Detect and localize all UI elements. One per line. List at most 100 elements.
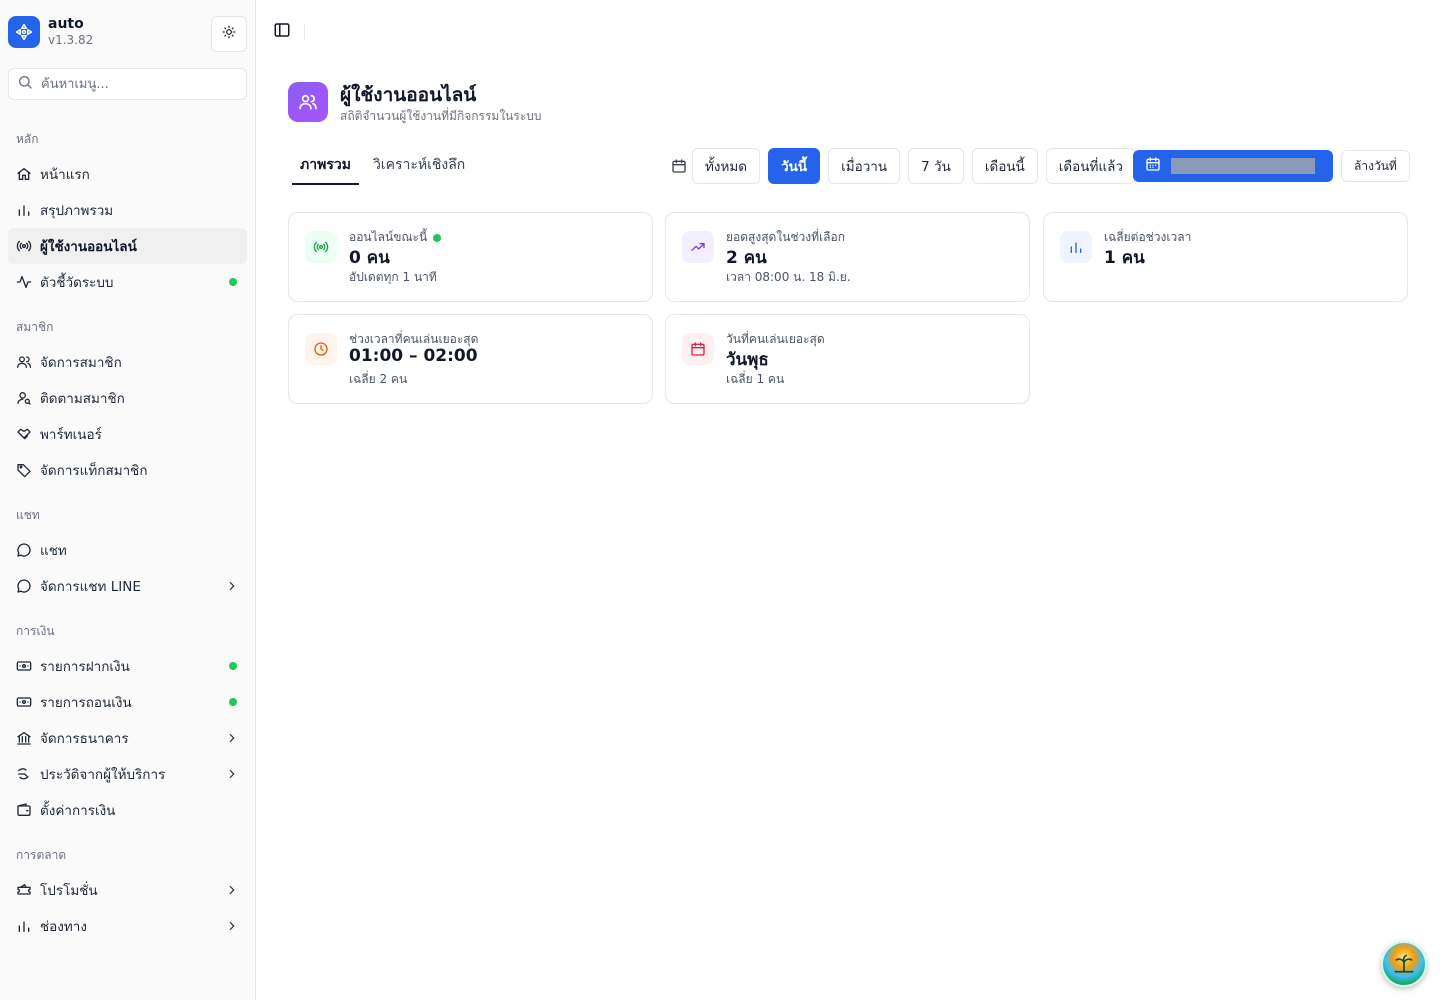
page-title: ผู้ใช้งานออนไลน์ (340, 84, 477, 106)
stat-card: ยอดสูงสุดในช่วงที่เลือก 2 คน เวลา 08:00 น.… (665, 212, 1030, 302)
stat-card-note: เฉลี่ย 1 คน (726, 372, 785, 386)
sidebar-toggle-button[interactable] (272, 22, 292, 42)
bar-chart-icon (1060, 231, 1092, 263)
radio-icon (16, 238, 32, 254)
sidebar-item-message-circle-2-0[interactable]: แชท (8, 532, 247, 568)
sidebar-item-label: จัดการธนาคาร (40, 731, 129, 747)
stat-card: เฉลี่ยต่อช่วงเวลา 1 คน (1043, 212, 1408, 302)
chevron-right-icon[interactable] (225, 883, 239, 897)
message-circle-icon (16, 542, 32, 558)
sidebar-item-label: สรุปภาพรวม (40, 203, 114, 219)
chevron-right-icon[interactable] (225, 767, 239, 781)
sidebar-item-ticket-4-0[interactable]: โปรโมชั่น (8, 872, 247, 908)
sidebar-item-radio-0-2[interactable]: ผู้ใช้งานออนไลน์ (8, 228, 247, 264)
bar-chart-icon (16, 918, 32, 934)
filter-all-button[interactable]: ทั้งหมด (692, 148, 761, 184)
nav-group: การเงินรายการฝากเงินรายการถอนเงินจัดการธ… (8, 614, 247, 828)
stat-card-value: 01:00 – 02:00 (349, 346, 478, 366)
deposit-icon (16, 658, 32, 674)
nav-group: แชท แชท จัดการแชท LINE (8, 498, 247, 604)
sidebar-item-wallet-3-4[interactable]: ตั้งค่าการเงิน (8, 792, 247, 828)
sidebar-item-label: โปรโมชั่น (40, 883, 98, 899)
sidebar-item-handshake-1-2[interactable]: พาร์ทเนอร์ (8, 416, 247, 452)
live-indicator-dot (433, 233, 442, 242)
menu-search-input[interactable] (41, 76, 231, 92)
chevron-right-icon[interactable] (225, 731, 239, 745)
sidebar-item-label: จัดการแชท LINE (40, 579, 141, 595)
nav-group-label: แชท (16, 508, 40, 522)
chevron-right-icon[interactable] (225, 579, 239, 593)
view-tabs: ภาพรวม วิเคราะห์เชิงลึก (292, 148, 479, 185)
sidebar-item-users-1-0[interactable]: จัดการสมาชิก (8, 344, 247, 380)
stat-card: ช่วงเวลาที่คนเล่นเยอะสุด 01:00 – 02:00 เฉล… (288, 314, 653, 404)
trending-up-icon (682, 231, 714, 263)
stat-card: วันที่คนเล่นเยอะสุด วันพุธ เฉลี่ย 1 คน (665, 314, 1030, 404)
sidebar-item-label: ช่องทาง (40, 919, 87, 935)
status-dot (229, 662, 237, 670)
brand-version: v1.3.82 (48, 33, 94, 47)
sidebar-item-user-search-1-1[interactable]: ติดตามสมาชิก (8, 380, 247, 416)
sidebar-item-deposit-3-0[interactable]: รายการฝากเงิน (8, 648, 247, 684)
sidebar-item-label: พาร์ทเนอร์ (40, 427, 102, 443)
sidebar-item-bar-chart-4-1[interactable]: ช่องทาง (8, 908, 247, 944)
date-range-picker[interactable] (1133, 150, 1333, 182)
date-range-redacted (1171, 158, 1315, 174)
sidebar: auto v1.3.82 หลักหน้าแรกสรุปภาพรวมผู้ใช้… (0, 0, 256, 1000)
withdraw-icon (16, 694, 32, 710)
filter-today-button[interactable]: วันนี้ (768, 148, 821, 184)
stat-card-note: เฉลี่ย 2 คน (349, 372, 408, 386)
filter-7days-button[interactable]: 7 วัน (908, 148, 964, 184)
nav-group: สมาชิก จัดการสมาชิก ติดตามสมาชิก พาร์ทเนอร์… (8, 310, 247, 488)
sidebar-nav: หลัก หน้าแรก สรุปภาพรวม ผู้ใช้งานออนไลน์ ตัว… (8, 122, 247, 954)
ticket-icon (16, 882, 32, 898)
nav-group-label: การเงิน (16, 624, 55, 638)
tab-deep-analysis[interactable]: วิเคราะห์เชิงลึก (365, 148, 473, 185)
sidebar-item-label: รายการฝากเงิน (40, 659, 130, 675)
sidebar-item-label: หน้าแรก (40, 167, 90, 183)
topbar-divider (304, 24, 305, 40)
sidebar-item-home-0-0[interactable]: หน้าแรก (8, 156, 247, 192)
floating-assistant-button[interactable] (1381, 941, 1427, 987)
sidebar-item-message-circle-2-1[interactable]: จัดการแชท LINE (8, 568, 247, 604)
sidebar-item-label: รายการถอนเงิน (40, 695, 132, 711)
sidebar-item-activity-0-3[interactable]: ตัวชี้วัดระบบ (8, 264, 247, 300)
filter-yesterday-button[interactable]: เมื่อวาน (828, 148, 901, 184)
home-icon (16, 166, 32, 182)
nav-group-label: การตลาด (16, 848, 67, 862)
bar-chart-icon (16, 202, 32, 218)
stat-card: ออนไลน์ขณะนี้ 0 คน อัปเดตทุก 1 นาที (288, 212, 653, 302)
panel-left-icon (273, 21, 291, 43)
sidebar-item-label: ประวัติจากผู้ให้บริการ (40, 767, 166, 783)
sidebar-item-bar-chart-0-1[interactable]: สรุปภาพรวม (8, 192, 247, 228)
sidebar-item-label: จัดการแท็กสมาชิก (40, 463, 148, 479)
users-icon (288, 82, 328, 122)
filter-last-month-button[interactable]: เดือนที่แล้ว (1045, 148, 1136, 184)
activity-icon (16, 274, 32, 290)
clear-date-button[interactable]: ล้างวันที่ (1341, 150, 1410, 182)
stat-card-value: วันพุธ (726, 350, 769, 370)
sidebar-item-withdraw-3-1[interactable]: รายการถอนเงิน (8, 684, 247, 720)
sidebar-item-history-3-3[interactable]: ประวัติจากผู้ให้บริการ (8, 756, 247, 792)
sidebar-item-label: ผู้ใช้งานออนไลน์ (40, 239, 137, 255)
nav-group: หลัก หน้าแรก สรุปภาพรวม ผู้ใช้งานออนไลน์ ตัว… (8, 122, 247, 300)
users-icon (16, 354, 32, 370)
sidebar-item-label: ตั้งค่าการเงิน (40, 803, 116, 819)
sidebar-item-bank-3-2[interactable]: จัดการธนาคาร (8, 720, 247, 756)
theme-toggle-button[interactable] (211, 16, 247, 52)
bank-icon (16, 730, 32, 746)
sidebar-item-label: ตัวชี้วัดระบบ (40, 275, 114, 291)
stat-card-value: 0 คน (349, 248, 390, 268)
tag-icon (16, 462, 32, 478)
page-subtitle: สถิติจำนวนผู้ใช้งานที่มีกิจกรรมในระบบ (340, 109, 542, 123)
sidebar-item-tag-1-3[interactable]: จัดการแท็กสมาชิก (8, 452, 247, 488)
palm-island-icon (1391, 949, 1417, 979)
chevron-right-icon[interactable] (225, 919, 239, 933)
wallet-icon (16, 802, 32, 818)
brand[interactable]: auto v1.3.82 (8, 16, 93, 48)
tab-overview[interactable]: ภาพรวม (292, 148, 359, 185)
message-circle-icon (16, 578, 32, 594)
stat-card-note: อัปเดตทุก 1 นาที (349, 270, 437, 284)
clock-icon (305, 333, 337, 365)
user-search-icon (16, 390, 32, 406)
filter-this-month-button[interactable]: เดือนนี้ (971, 148, 1038, 184)
